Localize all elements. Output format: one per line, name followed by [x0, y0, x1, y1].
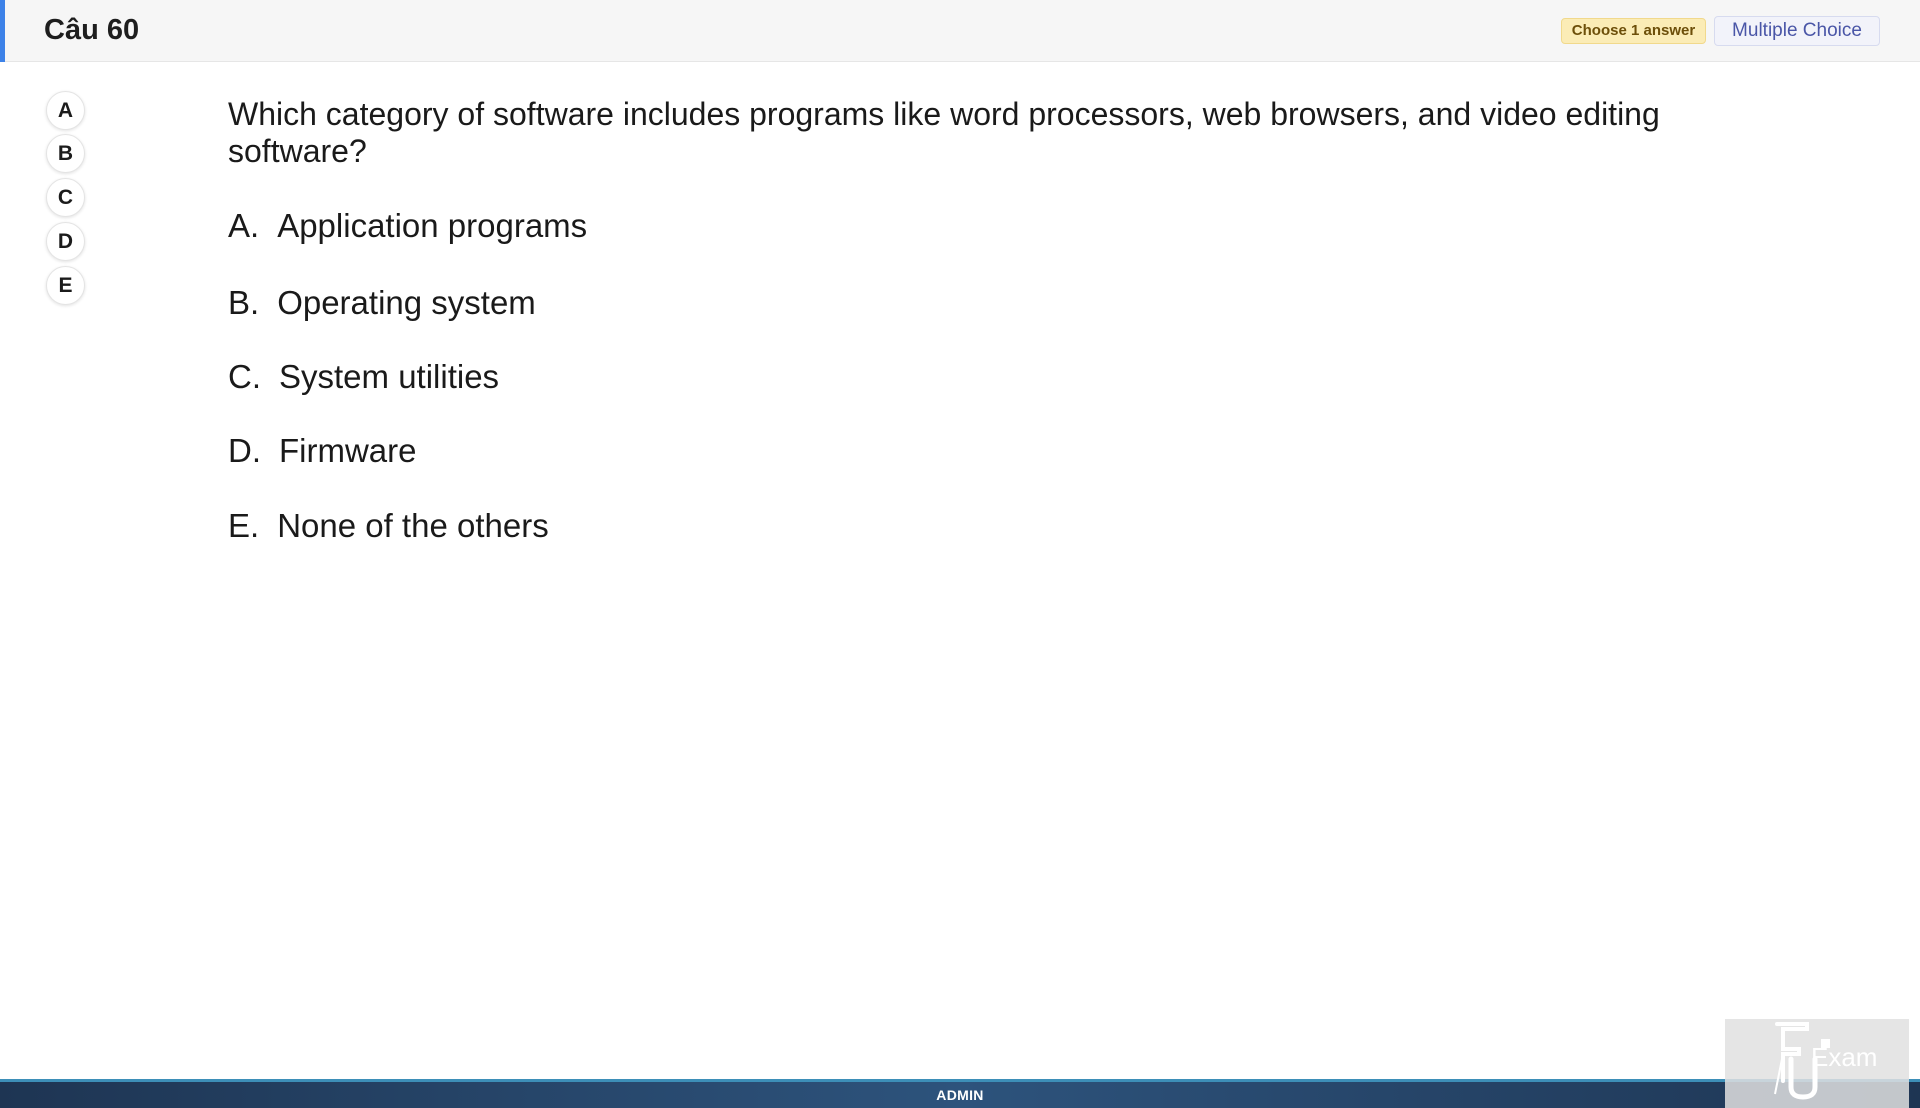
option-letter: D. [228, 432, 261, 469]
option-c: C. System utilities [228, 357, 499, 397]
option-d: D. Firmware [228, 431, 417, 471]
choose-count-badge: Choose 1 answer [1561, 18, 1706, 44]
footer-bar: ADMIN [0, 1079, 1920, 1108]
logo-icon: Exam [1774, 1022, 1877, 1100]
answer-selector-d[interactable]: D [46, 222, 85, 261]
option-text: System utilities [279, 358, 500, 395]
question-header: Câu 60 Choose 1 answer Multiple Choice [0, 0, 1920, 62]
logo-word: Exam [1811, 1042, 1877, 1072]
answer-selector-e[interactable]: E [46, 266, 85, 305]
option-e: E. None of the others [228, 506, 549, 546]
option-text: Application programs [277, 207, 588, 244]
exam-logo-watermark: Exam [1725, 1019, 1909, 1108]
option-letter: B. [228, 284, 260, 321]
exam-page: Câu 60 Choose 1 answer Multiple Choice A… [0, 0, 1920, 1108]
answer-selector-b[interactable]: B [46, 134, 85, 173]
option-b: B. Operating system [228, 283, 536, 323]
option-text: None of the others [277, 507, 549, 544]
question-number: Câu 60 [44, 14, 140, 46]
option-text: Firmware [279, 432, 417, 469]
option-text: Operating system [277, 284, 536, 321]
question-type-badge: Multiple Choice [1714, 16, 1880, 46]
option-letter: E. [228, 507, 260, 544]
option-a: A. Application programs [228, 206, 587, 246]
option-letter: C. [228, 358, 261, 395]
option-letter: A. [228, 207, 260, 244]
header-accent-bar [0, 0, 5, 62]
footer-user-label: ADMIN [936, 1087, 984, 1103]
answer-selector-a[interactable]: A [46, 91, 85, 130]
question-text: Which category of software includes prog… [228, 96, 1660, 169]
answer-selector-c[interactable]: C [46, 178, 85, 217]
